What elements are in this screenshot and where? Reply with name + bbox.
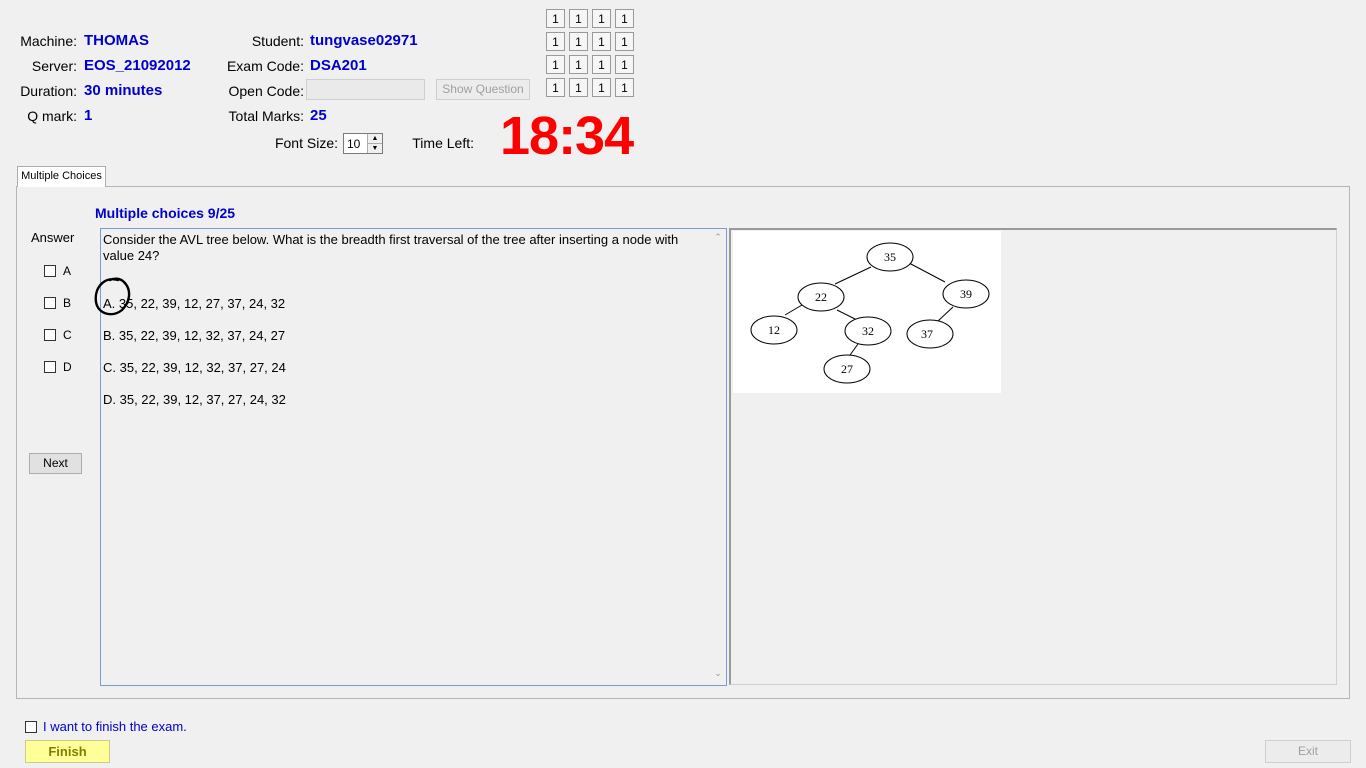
answer-d-label: D — [63, 360, 72, 374]
finish-exam-check-label[interactable]: I want to finish the exam. — [43, 719, 187, 734]
font-size-label: Font Size: — [274, 135, 338, 151]
scroll-up-arrow[interactable]: ⌃ — [711, 232, 725, 244]
exam-code-label: Exam Code: — [226, 58, 304, 74]
hand-drawn-circle — [94, 277, 131, 316]
answer-c-checkbox[interactable] — [44, 329, 56, 341]
option-b-text: B. 35, 22, 39, 12, 32, 37, 24, 27 — [103, 328, 286, 343]
question-text: Consider the AVL tree below. What is the… — [103, 232, 679, 263]
answer-a-checkbox[interactable] — [44, 265, 56, 277]
question-grid-cell[interactable]: 1 — [592, 9, 611, 28]
duration-label: Duration: — [20, 83, 77, 99]
question-grid-cell[interactable]: 1 — [592, 32, 611, 51]
open-code-label: Open Code: — [228, 83, 305, 99]
countdown-timer: 18:34 — [500, 106, 634, 166]
answer-d-checkbox[interactable] — [44, 361, 56, 373]
answer-b-label: B — [63, 296, 72, 310]
exam-code-value: DSA201 — [310, 57, 367, 74]
question-grid: 1 1 1 1 1 1 1 1 1 1 1 1 1 1 1 1 — [546, 9, 638, 99]
answer-a-label: A — [63, 264, 72, 278]
question-grid-cell[interactable]: 1 — [569, 55, 588, 74]
question-grid-cell[interactable]: 1 — [546, 55, 565, 74]
answer-c-label: C — [63, 328, 72, 342]
question-grid-cell[interactable]: 1 — [615, 32, 634, 51]
font-size-value: 10 — [347, 137, 361, 151]
qmark-label: Q mark: — [27, 108, 77, 124]
question-grid-cell[interactable]: 1 — [569, 32, 588, 51]
scroll-down-arrow[interactable]: ⌄ — [711, 668, 725, 680]
total-marks-value: 25 — [310, 107, 327, 124]
server-value: EOS_21092012 — [84, 57, 191, 74]
finish-exam-checkbox[interactable] — [25, 721, 37, 733]
avl-tree-image: 35 22 39 12 32 37 27 — [733, 231, 1001, 393]
question-grid-cell[interactable]: 1 — [592, 55, 611, 74]
font-size-spinner[interactable]: 10 ▲ ▼ — [343, 133, 383, 154]
question-grid-cell[interactable]: 1 — [546, 32, 565, 51]
tree-node-label: 22 — [815, 290, 827, 304]
total-marks-label: Total Marks: — [228, 108, 304, 124]
question-title: Multiple choices 9/25 — [95, 205, 236, 221]
qmark-value: 1 — [84, 107, 93, 124]
duration-value: 30 minutes — [84, 82, 163, 99]
answer-b-checkbox[interactable] — [44, 297, 56, 309]
time-left-label: Time Left: — [412, 135, 474, 151]
question-grid-cell[interactable]: 1 — [615, 9, 634, 28]
tree-node-label: 12 — [768, 323, 780, 337]
machine-value: THOMAS — [84, 32, 149, 49]
question-grid-cell[interactable]: 1 — [615, 55, 634, 74]
show-question-button[interactable]: Show Question — [436, 79, 530, 100]
option-c-text: C. 35, 22, 39, 12, 32, 37, 27, 24 — [103, 360, 286, 375]
question-grid-cell[interactable]: 1 — [546, 9, 565, 28]
server-label: Server: — [31, 58, 77, 74]
exit-button[interactable]: Exit — [1265, 740, 1351, 763]
next-button[interactable]: Next — [29, 453, 82, 474]
tab-multiple-choices[interactable]: Multiple Choices — [17, 166, 106, 187]
question-grid-cell[interactable]: 1 — [592, 78, 611, 97]
question-grid-cell[interactable]: 1 — [569, 78, 588, 97]
question-grid-cell[interactable]: 1 — [615, 78, 634, 97]
machine-label: Machine: — [20, 33, 77, 49]
tree-node-label: 32 — [862, 324, 874, 338]
tree-node-label: 27 — [841, 362, 853, 376]
student-label: Student: — [251, 33, 304, 49]
question-grid-cell[interactable]: 1 — [569, 9, 588, 28]
finish-button[interactable]: Finish — [25, 740, 110, 763]
answer-label: Answer — [31, 230, 75, 245]
question-grid-cell[interactable]: 1 — [546, 78, 565, 97]
option-d-text: D. 35, 22, 39, 12, 37, 27, 24, 32 — [103, 392, 286, 407]
tree-node-label: 37 — [921, 327, 933, 341]
student-value: tungvase02971 — [310, 32, 418, 49]
open-code-input[interactable] — [306, 79, 425, 100]
tree-node-label: 39 — [960, 287, 972, 301]
tree-node-label: 35 — [884, 250, 896, 264]
spinner-down-button[interactable]: ▼ — [367, 144, 382, 153]
spinner-up-button[interactable]: ▲ — [367, 134, 382, 144]
